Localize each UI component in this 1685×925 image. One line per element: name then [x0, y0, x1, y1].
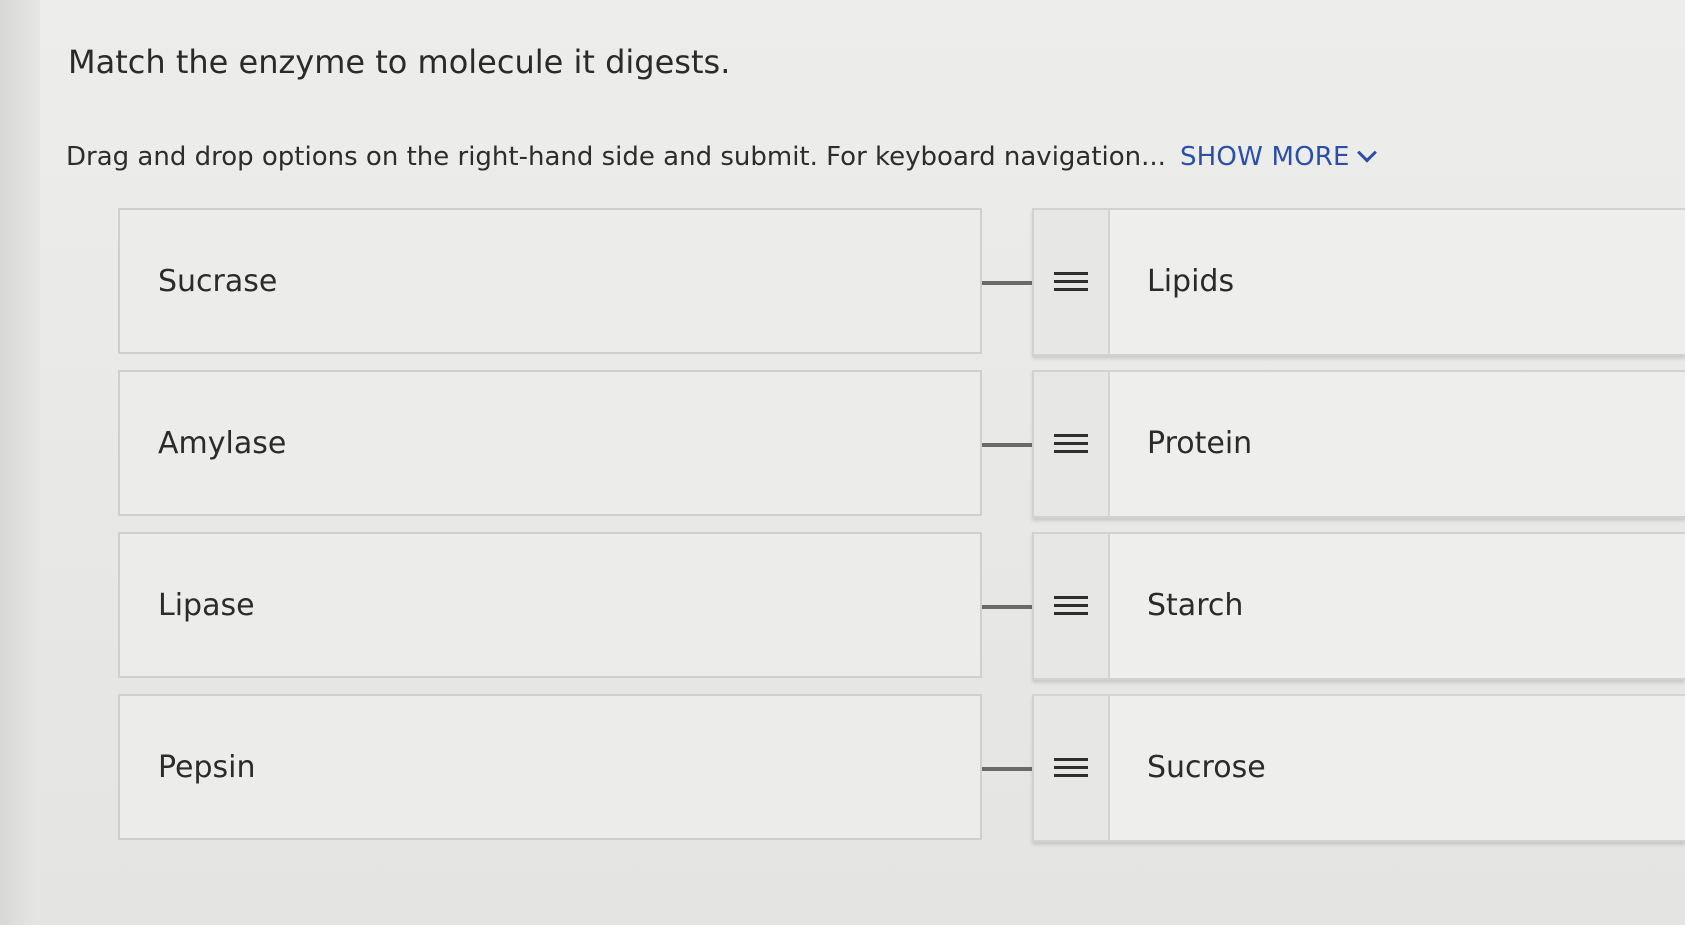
term-box-amylase: Amylase [118, 370, 982, 516]
option-card-starch[interactable]: Starch [1032, 532, 1685, 680]
instructions: Drag and drop options on the right-hand … [66, 140, 1377, 174]
option-label: Sucrose [1147, 750, 1266, 785]
show-more-label: SHOW MORE [1179, 142, 1350, 172]
term-box-lipase: Lipase [118, 532, 982, 678]
drag-handle[interactable] [1034, 534, 1110, 678]
term-box-pepsin: Pepsin [118, 694, 982, 840]
drag-handle[interactable] [1034, 210, 1110, 354]
option-label: Protein [1147, 426, 1253, 461]
matching-question-page: Match the enzyme to molecule it digests.… [0, 0, 1685, 925]
drag-handle-icon [1054, 272, 1088, 292]
show-more-button[interactable]: SHOW MORE [1179, 140, 1377, 174]
option-label: Lipids [1147, 264, 1235, 299]
drag-handle-icon [1054, 434, 1088, 454]
question-title: Match the enzyme to molecule it digests. [68, 43, 731, 81]
chevron-down-icon [1356, 142, 1377, 163]
match-area: Sucrase Lipids Amylase Protein Lipase St… [118, 208, 1685, 888]
match-connector [982, 443, 1034, 447]
match-row: Amylase Protein [118, 370, 1685, 518]
match-row: Lipase Starch [118, 532, 1685, 680]
match-connector [982, 281, 1034, 285]
option-label: Starch [1147, 588, 1244, 623]
drag-handle[interactable] [1034, 696, 1110, 840]
option-card-sucrose[interactable]: Sucrose [1032, 694, 1685, 842]
term-box-sucrase: Sucrase [118, 208, 982, 354]
option-card-protein[interactable]: Protein [1032, 370, 1685, 518]
term-label: Pepsin [158, 750, 256, 785]
match-connector [982, 767, 1034, 771]
match-connector [982, 605, 1034, 609]
page-edge [0, 0, 40, 925]
drag-handle[interactable] [1034, 372, 1110, 516]
option-card-lipids[interactable]: Lipids [1032, 208, 1685, 356]
match-row: Sucrase Lipids [118, 208, 1685, 356]
instructions-text: Drag and drop options on the right-hand … [66, 142, 1166, 172]
term-label: Amylase [158, 426, 287, 461]
match-row: Pepsin Sucrose [118, 694, 1685, 842]
drag-handle-icon [1054, 596, 1088, 616]
term-label: Sucrase [158, 264, 278, 299]
term-label: Lipase [158, 588, 255, 623]
drag-handle-icon [1054, 758, 1088, 778]
